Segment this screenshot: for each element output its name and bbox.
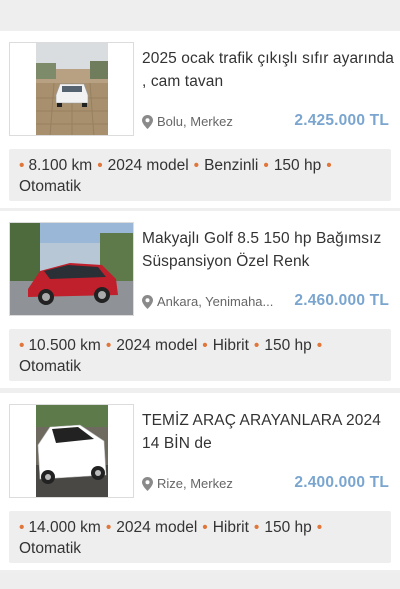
listing-thumbnail[interactable] bbox=[9, 222, 134, 316]
listing-specs: • 10.500 km • 2024 model • Hibrit • 150 hp • Otom… bbox=[9, 329, 391, 381]
spec-bullet: • bbox=[253, 337, 260, 354]
spec-fuel: Benzinli bbox=[204, 157, 259, 174]
spec-bullet: • bbox=[19, 157, 25, 174]
listing-location: Bolu, Merkez bbox=[142, 114, 282, 129]
listing-specs: • 8.100 km • 2024 model • Benzinli • 150 hp • Oto… bbox=[9, 149, 391, 201]
bottom-spacer bbox=[0, 573, 400, 589]
spec-bullet: • bbox=[202, 337, 208, 354]
spec-bullet: • bbox=[19, 337, 25, 354]
spec-fuel: Hibrit bbox=[212, 337, 249, 354]
top-spacer bbox=[0, 0, 400, 30]
listing-price: 2.400.000 TL bbox=[294, 474, 389, 491]
spec-bullet: • bbox=[105, 337, 112, 354]
map-pin-icon bbox=[142, 114, 153, 129]
spec-transmission: Otomatik bbox=[19, 178, 82, 195]
spec-transmission: Otomatik bbox=[19, 540, 82, 557]
spec-bullet: • bbox=[105, 519, 112, 536]
spec-power: 150 hp bbox=[264, 519, 312, 536]
spec-bullet: • bbox=[193, 157, 200, 174]
location-text: Ankara, Yenimaha... bbox=[157, 294, 274, 309]
spec-bullet: • bbox=[97, 157, 103, 174]
listing-location: Ankara, Yenimaha... bbox=[142, 294, 282, 309]
listing-title[interactable]: 2025 ocak trafik çıkışlı sıfır ayarında … bbox=[142, 47, 394, 93]
listing-card[interactable]: 2025 ocak trafik çıkışlı sıfır ayarında … bbox=[0, 31, 400, 208]
spec-bullet: • bbox=[263, 157, 269, 174]
listing-price: 2.425.000 TL bbox=[294, 112, 389, 129]
listing-card[interactable]: TEMİZ ARAÇ ARAYANLARA 2024 14 BİN de Riz… bbox=[0, 393, 400, 570]
spec-mileage: 8.100 km bbox=[28, 157, 93, 174]
spec-model-year: 2024 model bbox=[116, 519, 198, 536]
spec-transmission: Otomatik bbox=[19, 358, 82, 375]
spec-bullet: • bbox=[316, 519, 323, 536]
listing-specs: • 14.000 km • 2024 model • Hibrit • 150 hp • Otom… bbox=[9, 511, 391, 563]
spec-bullet: • bbox=[326, 157, 332, 174]
spec-mileage: 10.500 km bbox=[28, 337, 101, 354]
listing-title[interactable]: Makyajlı Golf 8.5 150 hp Bağımsız Süspan… bbox=[142, 227, 394, 273]
spec-fuel: Hibrit bbox=[212, 519, 249, 536]
map-pin-icon bbox=[142, 294, 153, 309]
map-pin-icon bbox=[142, 476, 153, 491]
listing-title[interactable]: TEMİZ ARAÇ ARAYANLARA 2024 14 BİN de bbox=[142, 409, 394, 455]
spec-bullet: • bbox=[253, 519, 260, 536]
listing-card[interactable]: Makyajlı Golf 8.5 150 hp Bağımsız Süspan… bbox=[0, 211, 400, 388]
spec-bullet: • bbox=[19, 519, 25, 536]
location-text: Rize, Merkez bbox=[157, 476, 233, 491]
spec-model-year: 2024 model bbox=[107, 157, 189, 174]
spec-model-year: 2024 model bbox=[116, 337, 198, 354]
spec-power: 150 hp bbox=[273, 157, 322, 174]
listing-thumbnail[interactable] bbox=[9, 42, 134, 136]
spec-bullet: • bbox=[202, 519, 208, 536]
spec-bullet: • bbox=[316, 337, 323, 354]
spec-power: 150 hp bbox=[264, 337, 312, 354]
listing-thumbnail[interactable] bbox=[9, 404, 134, 498]
spec-mileage: 14.000 km bbox=[28, 519, 101, 536]
listing-price: 2.460.000 TL bbox=[294, 292, 389, 309]
location-text: Bolu, Merkez bbox=[157, 114, 233, 129]
listing-location: Rize, Merkez bbox=[142, 476, 282, 491]
